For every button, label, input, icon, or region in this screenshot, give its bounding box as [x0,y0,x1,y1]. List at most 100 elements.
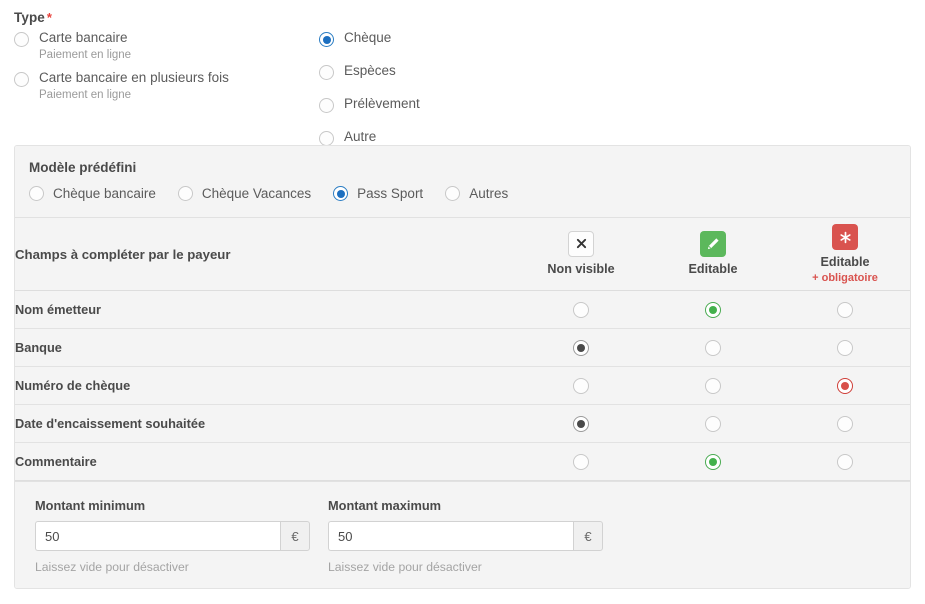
type-options-right-column: Chèque Espèces Prélèvement Autre [319,30,619,163]
fields-table-section: Champs à compléter par le payeur Non vis… [15,218,910,482]
type-option-label: Autre [344,129,377,144]
column-header-title: Editable [820,255,870,270]
cell-numero-cheque-obligatoire[interactable] [779,366,910,405]
model-options: Chèque bancaire Chèque Vacances Pass Spo… [29,185,910,201]
radio-date-encaissement-non-visible[interactable] [573,415,589,432]
type-option-carte-bancaire-plusieurs-fois[interactable]: Carte bancaire en plusieurs fois Paiemen… [14,71,314,101]
cell-date-encaissement-editable[interactable] [647,404,779,443]
field-name-commentaire: Commentaire [15,442,515,481]
radio-date-encaissement-obligatoire[interactable] [837,415,853,432]
field-name-date-encaissement: Date d'encaissement souhaitée [15,404,515,443]
type-options-left-column: Carte bancaire Paiement en ligne Carte b… [14,30,314,112]
cell-nom-emetteur-editable[interactable] [647,290,779,329]
model-option-cheque-vacances[interactable]: Chèque Vacances [177,185,312,201]
radio-banque-obligatoire[interactable] [837,339,853,356]
table-row: Nom émetteur [15,290,910,329]
cell-numero-cheque-editable[interactable] [647,366,779,405]
radio-banque-editable[interactable] [705,339,721,356]
model-section: Modèle prédéfini Chèque bancaire Chèque … [15,146,910,218]
amount-maximum-group: Montant maximum € Laissez vide pour désa… [328,498,621,574]
radio-cheque[interactable] [319,32,334,47]
table-row: Banque [15,328,910,367]
amount-maximum-input[interactable] [328,521,573,551]
amount-maximum-label: Montant maximum [328,498,442,513]
radio-nom-emetteur-obligatoire[interactable] [837,301,853,318]
model-option-label: Pass Sport [357,185,424,201]
cell-numero-cheque-non-visible[interactable] [515,366,647,405]
table-row: Commentaire [15,442,910,481]
radio-banque-non-visible[interactable] [573,339,589,356]
type-option-autre[interactable]: Autre [319,129,619,146]
currency-addon-minimum: € [280,521,310,551]
radio-nom-emetteur-non-visible[interactable] [573,301,589,318]
column-header-title: Non visible [547,261,615,276]
field-name-nom-emetteur: Nom émetteur [15,290,515,329]
radio-model-autres[interactable] [445,186,461,201]
model-option-label: Chèque bancaire [53,185,156,201]
type-option-especes[interactable]: Espèces [319,63,619,80]
radio-commentaire-obligatoire[interactable] [837,453,853,470]
type-section-title: Type * [14,10,925,25]
fields-table-body: Nom émetteur Banque Numéro de chèque Dat… [15,290,910,481]
cell-commentaire-obligatoire[interactable] [779,442,910,481]
amount-minimum-help: Laissez vide pour désactiver [35,560,189,574]
table-row: Numéro de chèque [15,366,910,405]
column-header-editable-obligatoire: Editable + obligatoire [779,218,910,291]
radio-commentaire-editable[interactable] [705,453,721,470]
type-option-label: Chèque [344,30,392,45]
radio-numero-cheque-obligatoire[interactable] [837,377,853,394]
fields-table-header-row: Champs à compléter par le payeur Non vis… [15,218,910,291]
amount-minimum-input[interactable] [35,521,280,551]
cell-date-encaissement-obligatoire[interactable] [779,404,910,443]
radio-model-cheque-vacances[interactable] [177,186,193,201]
radio-numero-cheque-editable[interactable] [705,377,721,394]
radio-especes[interactable] [319,65,334,80]
type-title-text: Type [14,10,45,25]
asterisk-icon [832,224,858,251]
model-option-label: Autres [469,185,509,201]
type-option-label: Prélèvement [344,96,420,111]
cheque-settings-card: Modèle prédéfini Chèque bancaire Chèque … [14,145,911,589]
cell-nom-emetteur-non-visible[interactable] [515,290,647,329]
model-option-autres[interactable]: Autres [445,185,508,201]
radio-autre[interactable] [319,131,334,146]
fields-table-header-label: Champs à compléter par le payeur [15,218,515,291]
type-option-sublabel: Paiement en ligne [39,48,132,61]
type-option-sublabel: Paiement en ligne [39,89,132,102]
close-icon [568,230,594,257]
cell-date-encaissement-non-visible[interactable] [515,404,647,443]
radio-numero-cheque-non-visible[interactable] [573,377,589,394]
amount-minimum-label: Montant minimum [35,498,146,513]
radio-prelevement[interactable] [319,98,334,113]
model-option-label: Chèque Vacances [201,185,312,201]
radio-nom-emetteur-editable[interactable] [705,301,721,318]
type-option-label: Carte bancaire en plusieurs fois [39,70,229,86]
radio-carte-bancaire-plusieurs-fois[interactable] [14,72,29,88]
radio-date-encaissement-editable[interactable] [705,415,721,432]
type-option-label: Carte bancaire [39,30,128,45]
radio-carte-bancaire[interactable] [14,32,29,47]
model-option-pass-sport[interactable]: Pass Sport [333,185,423,201]
cell-commentaire-editable[interactable] [647,442,779,481]
type-option-cheque[interactable]: Chèque [319,30,619,47]
model-option-cheque-bancaire[interactable]: Chèque bancaire [29,185,156,201]
cell-banque-editable[interactable] [647,328,779,367]
radio-model-cheque-bancaire[interactable] [29,186,44,201]
column-header-subtitle: + obligatoire [812,271,878,284]
radio-model-pass-sport[interactable] [333,186,349,201]
pencil-icon [700,230,726,257]
currency-addon-maximum: € [573,521,603,551]
radio-commentaire-non-visible[interactable] [573,453,589,470]
type-option-carte-bancaire[interactable]: Carte bancaire Paiement en ligne [14,30,314,61]
cell-nom-emetteur-obligatoire[interactable] [779,290,910,329]
field-name-numero-de-cheque: Numéro de chèque [15,366,515,405]
amount-minimum-group: Montant minimum € Laissez vide pour désa… [35,498,328,574]
cell-commentaire-non-visible[interactable] [515,442,647,481]
table-row: Date d'encaissement souhaitée [15,404,910,443]
cell-banque-non-visible[interactable] [515,328,647,367]
cell-banque-obligatoire[interactable] [779,328,910,367]
type-option-prelevement[interactable]: Prélèvement [319,96,619,113]
amounts-section: Montant minimum € Laissez vide pour désa… [15,482,910,588]
fields-table: Champs à compléter par le payeur Non vis… [15,218,910,481]
column-header-editable: Editable [647,218,779,291]
